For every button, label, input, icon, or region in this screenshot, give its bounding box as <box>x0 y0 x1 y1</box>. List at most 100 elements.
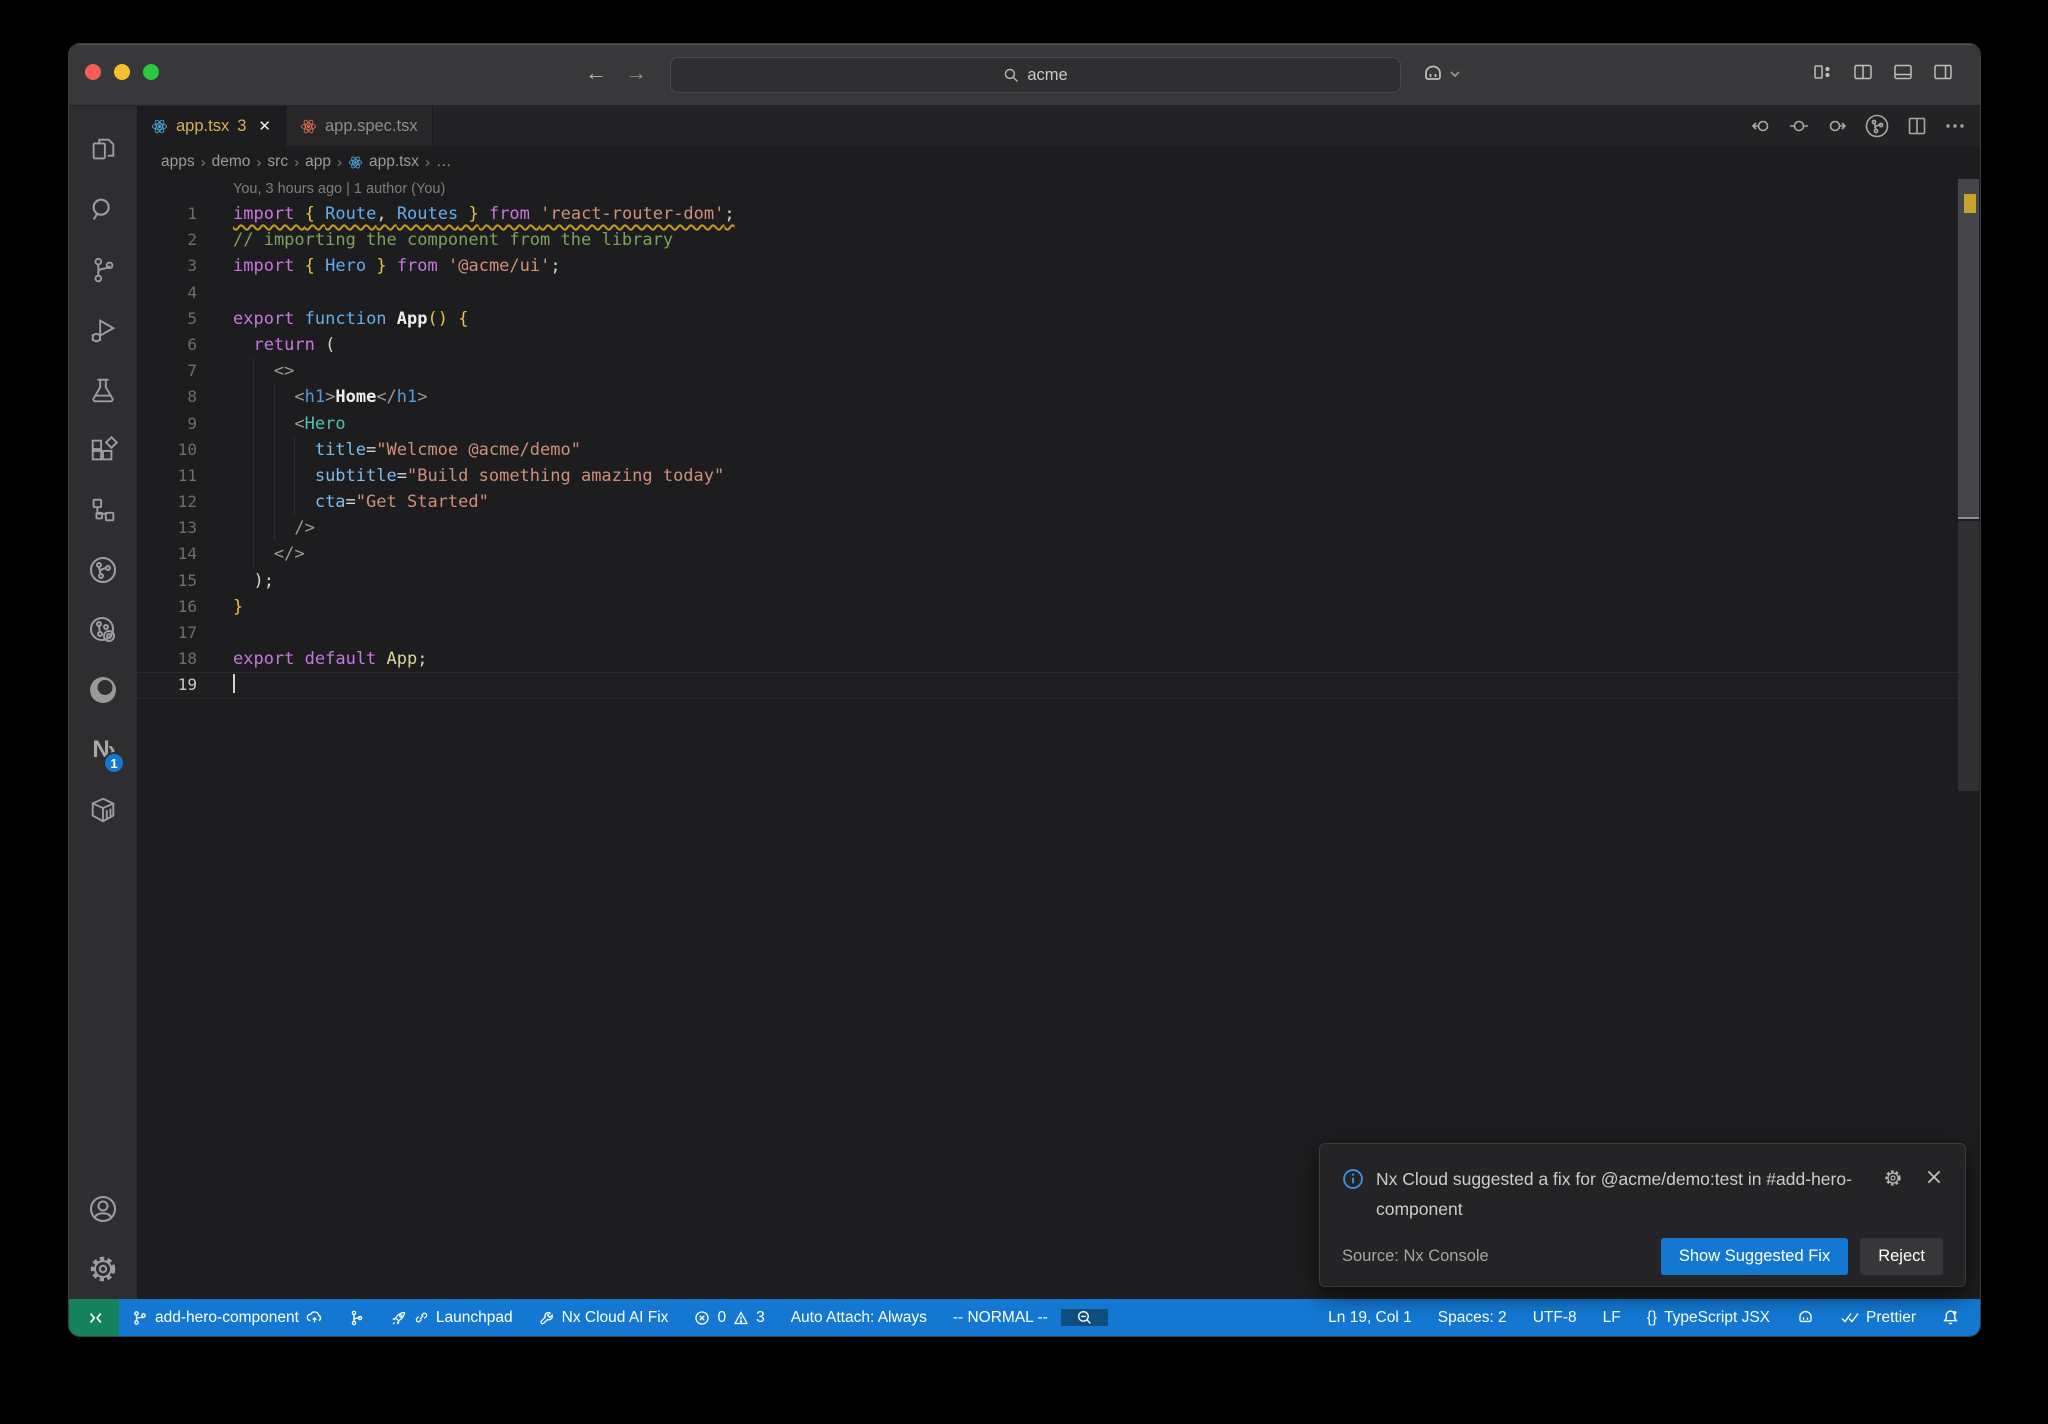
code-line: 17 <box>137 620 1980 646</box>
settings-gear-icon[interactable] <box>79 1239 127 1299</box>
toggle-panel-icon[interactable] <box>1892 61 1914 83</box>
code-line: 12 cta="Get Started" <box>137 489 1980 516</box>
minimize-window-button[interactable] <box>114 64 130 80</box>
git-blame-annotation[interactable]: You, 3 hours ago | 1 author (You) <box>137 178 1980 201</box>
status-vim-mode[interactable]: -- NORMAL -- <box>940 1309 1061 1327</box>
git-branch-icon <box>134 1310 146 1325</box>
notification-message: Nx Cloud suggested a fix for @acme/demo:… <box>1376 1169 1852 1219</box>
tab-problem-badge: 3 <box>237 116 247 135</box>
code-line: 8 <h1>Home</h1> <box>137 384 1980 411</box>
breadcrumb: apps › demo › src › app › app.tsx › … <box>161 153 452 171</box>
status-copilot[interactable] <box>1783 1308 1828 1327</box>
show-suggested-fix-button[interactable]: Show Suggested Fix <box>1660 1238 1849 1275</box>
gitlens-inspect-icon[interactable] <box>79 600 127 660</box>
reject-button[interactable]: Reject <box>1860 1238 1943 1275</box>
line-number: 8 <box>187 387 197 407</box>
zoom-window-button[interactable] <box>143 64 159 80</box>
accounts-icon[interactable] <box>79 1179 127 1239</box>
command-center-search[interactable]: acme <box>670 57 1401 93</box>
notification-source: Source: Nx Console <box>1342 1247 1489 1265</box>
bell-icon <box>1943 1310 1958 1325</box>
run-debug-icon[interactable] <box>79 300 127 360</box>
nx-badge: 1 <box>103 752 125 774</box>
close-icon[interactable]: ✕ <box>258 117 271 135</box>
info-icon <box>1343 1169 1363 1189</box>
title-bar: ← → acme <box>69 44 1980 106</box>
status-problems[interactable]: 0 3 <box>681 1309 777 1327</box>
status-notifications[interactable] <box>1929 1309 1972 1326</box>
editor-group: app.tsx 3 ✕ app.spec.tsx apps › demo › s… <box>137 106 1980 1299</box>
breadcrumb-item[interactable]: src <box>267 153 288 171</box>
wrench-icon <box>540 1311 553 1324</box>
status-formatter[interactable]: Prettier <box>1828 1309 1929 1327</box>
line-number: 16 <box>177 596 197 616</box>
editor-scrollbar[interactable] <box>1957 106 1980 1299</box>
line-number: 12 <box>177 492 197 512</box>
warning-icon <box>733 1310 749 1324</box>
status-encoding[interactable]: UTF-8 <box>1520 1309 1590 1327</box>
error-icon <box>695 1310 710 1325</box>
run-task-icon[interactable] <box>1864 113 1890 139</box>
code-editor[interactable]: You, 3 hours ago | 1 author (You) 1 impor… <box>137 178 1980 1299</box>
code-line: 6 return ( <box>137 332 1980 358</box>
status-auto-attach[interactable]: Auto Attach: Always <box>778 1309 940 1327</box>
line-number: 19 <box>177 675 197 695</box>
package-explorer-icon[interactable] <box>79 780 127 840</box>
status-indentation[interactable]: Spaces: 2 <box>1425 1309 1520 1327</box>
customize-layout-icon[interactable] <box>1812 61 1834 83</box>
copilot-icon[interactable] <box>1421 62 1445 86</box>
gitlens-icon[interactable] <box>79 540 127 600</box>
navigate-back-icon[interactable]: ← <box>585 60 607 86</box>
status-language-mode[interactable]: {} TypeScript JSX <box>1634 1309 1783 1327</box>
explorer-icon[interactable] <box>79 120 127 180</box>
overview-warning-marker <box>1964 194 1976 213</box>
breadcrumb-item[interactable]: demo <box>212 153 251 171</box>
project-structure-icon[interactable] <box>79 480 127 540</box>
close-window-button[interactable] <box>85 64 101 80</box>
split-editor-icon[interactable] <box>1906 115 1928 137</box>
extensions-icon[interactable] <box>79 420 127 480</box>
text-cursor <box>233 674 235 694</box>
code-line: 16} <box>137 594 1980 620</box>
breadcrumb-tail[interactable]: … <box>436 153 452 171</box>
notification-settings-gear-icon[interactable] <box>1883 1168 1903 1188</box>
testing-icon[interactable] <box>79 360 127 420</box>
tab-app-tsx[interactable]: app.tsx 3 ✕ <box>137 106 286 146</box>
scrollbar-thumb[interactable] <box>1958 179 1979 519</box>
line-number: 11 <box>177 465 197 485</box>
nx-console-icon[interactable]: N› 1 <box>79 720 127 780</box>
current-commit-icon[interactable] <box>1788 115 1810 137</box>
window-controls <box>85 64 159 80</box>
remote-indicator[interactable] <box>69 1299 119 1336</box>
line-number: 7 <box>187 361 197 381</box>
go-back-commit-icon[interactable] <box>1750 115 1772 137</box>
go-forward-commit-icon[interactable] <box>1826 115 1848 137</box>
line-number: 14 <box>177 544 197 564</box>
tab-app-spec-tsx[interactable]: app.spec.tsx <box>285 106 433 146</box>
code-line: 7 <> <box>137 358 1980 385</box>
status-launchpad[interactable]: Launchpad <box>378 1309 526 1327</box>
breadcrumb-item[interactable]: apps <box>161 153 195 171</box>
status-gitlens-commit-graph[interactable] <box>336 1310 378 1326</box>
breadcrumb-item[interactable]: app <box>305 153 331 171</box>
line-number: 3 <box>187 256 197 276</box>
code-line: 14 </> <box>137 541 1980 568</box>
chevron-down-icon[interactable] <box>1449 68 1461 80</box>
code-line: 9 <Hero <box>137 410 1980 437</box>
toggle-primary-sidebar-icon[interactable] <box>1852 61 1874 83</box>
status-branch[interactable]: add-hero-component <box>119 1309 336 1327</box>
status-cursor-position[interactable]: Ln 19, Col 1 <box>1315 1309 1425 1327</box>
code-line: 15); <box>137 568 1980 594</box>
edge-devtools-icon[interactable] <box>79 660 127 720</box>
toggle-secondary-sidebar-icon[interactable] <box>1932 61 1954 83</box>
status-nx-cloud-fix[interactable]: Nx Cloud AI Fix <box>526 1309 682 1327</box>
status-zoom-indicator[interactable] <box>1060 1309 1108 1326</box>
navigate-forward-icon[interactable]: → <box>625 60 647 86</box>
react-icon <box>348 156 363 168</box>
status-bar: add-hero-component Launchpad Nx Cloud AI… <box>69 1299 1980 1336</box>
source-control-icon[interactable] <box>79 240 127 300</box>
notification-close-icon[interactable] <box>1925 1168 1943 1186</box>
breadcrumb-file[interactable]: app.tsx <box>348 153 419 171</box>
search-icon[interactable] <box>79 180 127 240</box>
status-eol[interactable]: LF <box>1590 1309 1634 1327</box>
